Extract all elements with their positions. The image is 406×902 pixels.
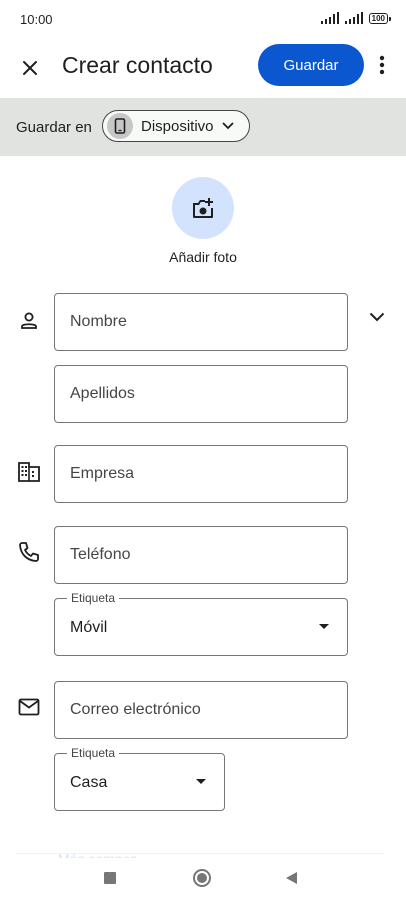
- last-name-field[interactable]: [54, 365, 348, 423]
- save-location-bar: Guardar en Dispositivo: [0, 98, 406, 156]
- save-location-label: Guardar en: [16, 119, 92, 136]
- add-photo-label: Añadir foto: [169, 249, 237, 265]
- status-icons: 100: [320, 12, 392, 24]
- device-chip-label: Dispositivo: [141, 117, 214, 135]
- add-photo-button[interactable]: [172, 177, 234, 239]
- signal-icon-2: [344, 12, 363, 24]
- phone-device-icon: [114, 118, 126, 134]
- more-vert-icon: [379, 55, 385, 75]
- chevron-down-icon: [221, 122, 234, 130]
- phone-field[interactable]: [54, 526, 348, 584]
- email-label-select[interactable]: Etiqueta Casa: [54, 746, 225, 811]
- save-button[interactable]: Guardar: [258, 44, 364, 86]
- email-input[interactable]: [55, 682, 347, 738]
- home-icon-inner: [197, 873, 207, 883]
- phone-label-select[interactable]: Etiqueta Móvil: [54, 591, 348, 656]
- company-input[interactable]: [55, 446, 347, 502]
- app-bar: Crear contacto Guardar: [0, 40, 406, 96]
- more-options-button[interactable]: [370, 50, 394, 80]
- phone-icon: [16, 539, 42, 565]
- company-field[interactable]: [54, 445, 348, 503]
- home-icon[interactable]: [193, 869, 211, 887]
- signal-icon: [320, 12, 339, 24]
- first-name-field[interactable]: [54, 293, 348, 351]
- dropdown-arrow-icon: [319, 624, 329, 629]
- device-selector-chip[interactable]: Dispositivo: [102, 110, 250, 142]
- page-title: Crear contacto: [62, 52, 213, 78]
- status-time: 10:00: [20, 12, 53, 27]
- back-icon[interactable]: [286, 872, 297, 884]
- email-icon: [16, 694, 42, 720]
- battery-icon: 100: [368, 12, 392, 24]
- phone-input[interactable]: [55, 527, 347, 583]
- first-name-input[interactable]: [55, 294, 347, 350]
- system-navigation-bar: [0, 858, 406, 902]
- email-label-legend: Etiqueta: [67, 746, 120, 760]
- close-icon: [23, 61, 37, 75]
- recents-icon[interactable]: [104, 872, 116, 884]
- expand-name-button[interactable]: [364, 304, 390, 330]
- add-photo-icon: [193, 198, 213, 218]
- phone-label-value: Móvil: [70, 619, 108, 636]
- phone-label-legend: Etiqueta: [67, 591, 120, 605]
- last-name-input[interactable]: [55, 366, 347, 422]
- chip-icon-background: [107, 113, 133, 139]
- person-icon: [16, 308, 42, 334]
- email-field[interactable]: [54, 681, 348, 739]
- email-label-value: Casa: [70, 774, 108, 791]
- dropdown-arrow-icon: [196, 779, 206, 784]
- chevron-down-icon: [369, 312, 385, 322]
- business-icon: [16, 459, 42, 485]
- close-button[interactable]: [14, 52, 46, 84]
- status-bar: 10:00 100: [0, 0, 406, 40]
